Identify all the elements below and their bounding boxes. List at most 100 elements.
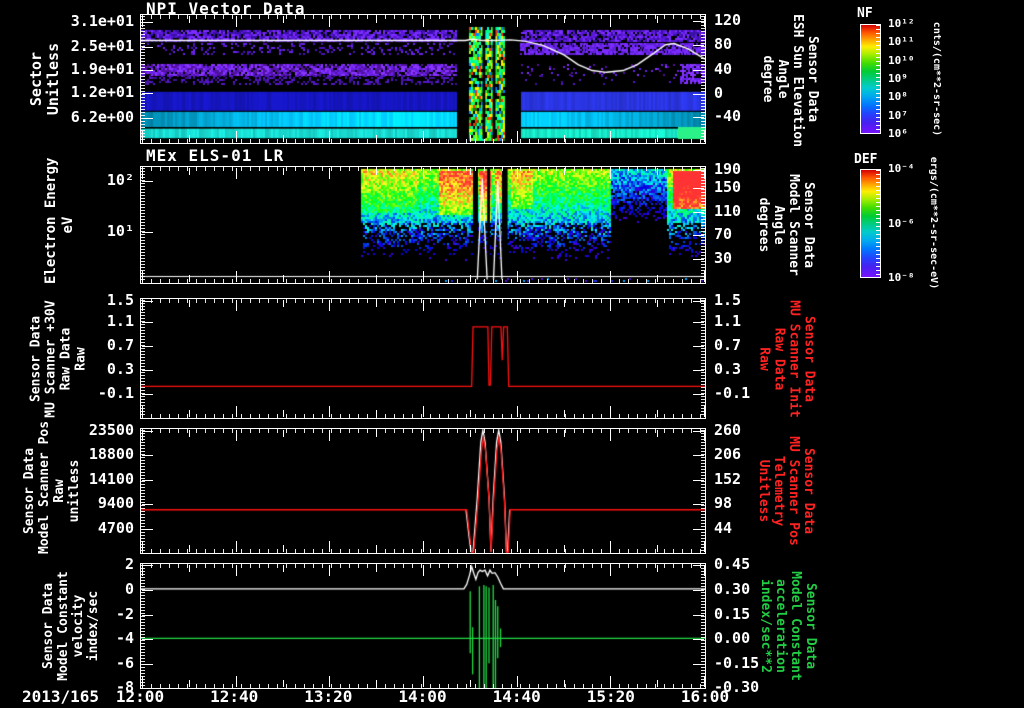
scanner-pos-plot: [141, 429, 705, 553]
y-tick-label-right: 44: [714, 519, 733, 538]
x-major-tick: [376, 168, 378, 175]
y-tick-label-left: 1.2e+01: [70, 82, 134, 101]
y-tick-label-left: 9400: [97, 494, 134, 513]
y-tick-label-right: 0.15: [714, 604, 751, 623]
colorbar-ticks: [876, 170, 880, 277]
x-major-tick: [657, 16, 659, 23]
x-major-tick: [142, 430, 143, 441]
y-label-line: acceleration: [773, 579, 788, 673]
x-major-tick: [329, 541, 331, 552]
y-tick-label-right: 206: [714, 444, 742, 463]
y-tick-label-right: 150: [714, 177, 742, 196]
colorbar-tick-label: 10⁸: [888, 90, 908, 104]
y-label-line: Raw Data: [771, 327, 787, 391]
y-label-line: Angle: [771, 205, 786, 245]
y-major-tick: [142, 504, 153, 506]
y-minor-ticks: [701, 16, 705, 142]
x-major-tick: [142, 565, 143, 576]
panel5-right-axis-label: Sensor Data Model Constant acceleration …: [758, 563, 818, 689]
y-tick-label-left: 2.5e+01: [70, 36, 134, 55]
x-major-tick: [329, 271, 331, 282]
x-major-tick: [657, 410, 659, 417]
x-major-tick: [142, 271, 143, 282]
x-major-tick: [423, 168, 424, 179]
y-major-tick: [693, 479, 704, 481]
y-tick-label-right: 1.1: [714, 312, 742, 330]
x-major-tick: [563, 410, 565, 417]
panel1-right-axis-label: Sensor Data ESH Sun Elevation Angle degr…: [760, 14, 820, 147]
y-major-tick: [142, 300, 153, 302]
x-major-tick: [610, 565, 612, 576]
y-label-line: Angle: [775, 59, 790, 99]
y-major-tick: [142, 46, 153, 48]
x-major-tick: [469, 300, 471, 307]
x-major-tick: [516, 131, 518, 142]
x-major-tick: [563, 680, 565, 687]
y-label-line: Sector: [27, 51, 45, 107]
y-minor-ticks: [141, 168, 145, 282]
y-major-tick: [142, 232, 153, 234]
y-tick-label-left: 10¹: [106, 222, 134, 241]
x-major-tick: [563, 135, 565, 142]
x-major-tick: [142, 168, 143, 179]
y-major-tick: [693, 394, 704, 395]
y-tick-label-right: 80: [714, 35, 733, 54]
x-major-tick: [516, 430, 518, 441]
y-major-tick: [142, 529, 153, 531]
x-major-tick: [469, 545, 471, 552]
x-major-tick: [704, 131, 705, 142]
y-tick-label-left: -6: [115, 654, 134, 673]
x-major-tick: [423, 131, 424, 142]
x-major-tick: [516, 676, 518, 687]
x-major-tick: [376, 430, 378, 437]
y-major-tick: [142, 92, 153, 94]
x-major-tick: [657, 300, 659, 307]
x-major-tick: [610, 131, 612, 142]
y-tick-label-left: 14100: [88, 469, 134, 488]
y-major-tick: [142, 370, 153, 372]
x-major-tick: [610, 430, 612, 441]
x-major-tick: [282, 410, 284, 417]
y-tick-label-left: 1.9e+01: [70, 59, 134, 78]
x-major-tick: [282, 545, 284, 552]
els-spectrogram: [141, 167, 705, 283]
y-major-tick: [693, 211, 704, 213]
x-major-tick: [657, 430, 659, 437]
colorbar-units-text: ergs/(cm**2-sr-sec-eV): [928, 156, 939, 290]
y-label-line: Sensor Data: [801, 315, 817, 403]
npi-spectrogram: [141, 15, 705, 143]
colorbar-tick-label: 10⁷: [888, 108, 908, 122]
x-major-tick: [704, 430, 705, 441]
x-major-tick: [563, 300, 565, 307]
y-major-tick: [693, 170, 704, 172]
y-label-line: Model Scanner: [786, 174, 801, 276]
y-major-tick: [693, 235, 704, 237]
panel3-right-axis-label: Sensor Data MU Scanner Init Raw Data Raw: [757, 299, 817, 420]
y-minor-ticks: [141, 300, 145, 417]
y-tick-label-left: -4: [115, 629, 134, 648]
x-major-tick: [142, 541, 143, 552]
x-major-tick: [188, 275, 190, 282]
colorbar-def-units: ergs/(cm**2-sr-sec-eV): [927, 113, 939, 333]
x-major-tick: [516, 541, 518, 552]
y-label-line: Sensor Data: [801, 447, 816, 535]
x-major-tick: [376, 680, 378, 687]
x-major-tick: [563, 430, 565, 437]
y-major-tick: [142, 69, 153, 71]
colorbar-nf: [860, 24, 881, 134]
x-major-tick: [423, 16, 424, 27]
x-major-tick: [188, 410, 190, 417]
x-major-tick: [235, 131, 237, 142]
x-major-tick: [516, 406, 518, 417]
y-major-tick: [693, 259, 704, 261]
panel2-right-axis-label: Sensor Data Model Scanner Angle degrees: [756, 166, 816, 284]
x-major-tick: [282, 275, 284, 282]
x-major-tick: [282, 16, 284, 23]
x-major-tick: [704, 271, 705, 282]
y-major-tick: [693, 589, 704, 591]
panel-npi-vector-data: [140, 14, 706, 144]
y-label-line: Sensor Data: [801, 181, 816, 269]
x-major-tick: [235, 406, 237, 417]
y-label-line: Raw: [756, 347, 772, 371]
y-tick-label-right: 190: [714, 160, 742, 179]
